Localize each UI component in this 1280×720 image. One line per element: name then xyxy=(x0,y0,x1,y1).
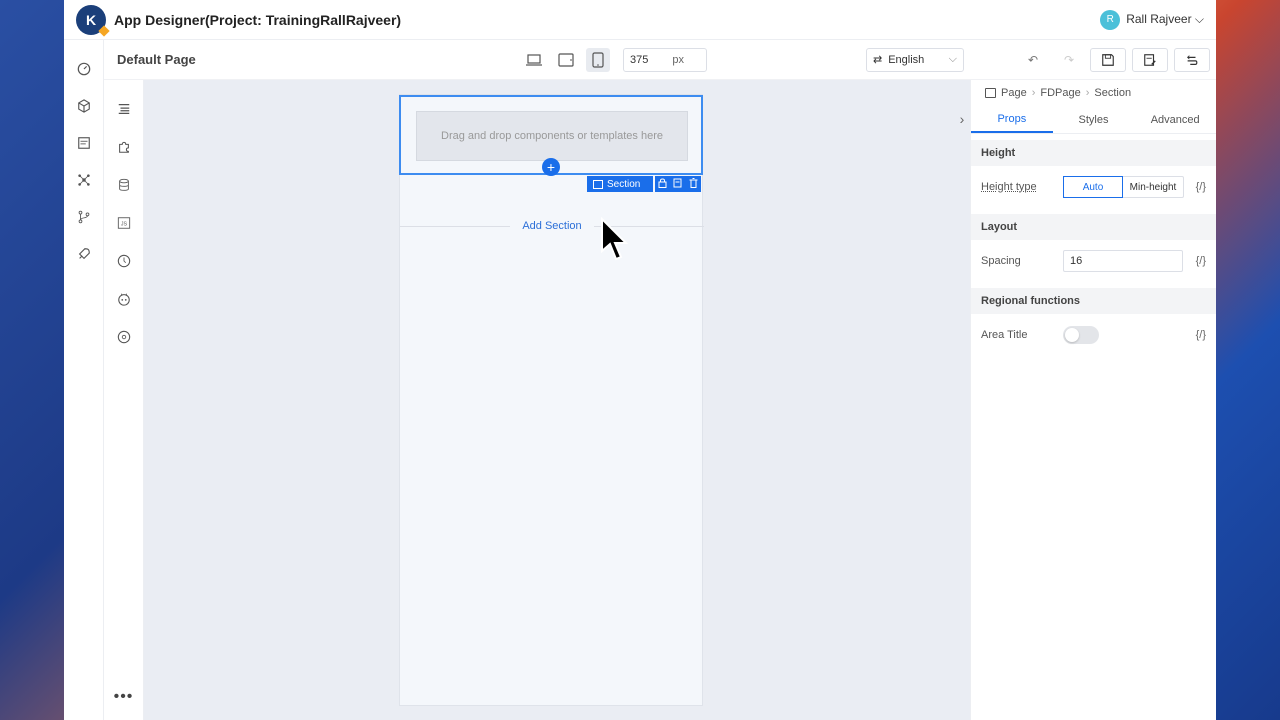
tab-advanced[interactable]: Advanced xyxy=(1134,106,1216,133)
spacing-row: Spacing 16 {/} xyxy=(971,240,1216,282)
height-type-segmented: Auto Min-height xyxy=(1063,176,1184,198)
user-menu[interactable]: R Rall Rajveer ⌵ xyxy=(1100,9,1204,30)
clock-icon[interactable] xyxy=(115,252,133,270)
user-name: Rall Rajveer ⌵ xyxy=(1126,12,1204,26)
app-logo: K xyxy=(76,4,106,35)
selected-section[interactable]: Drag and drop components or templates he… xyxy=(399,95,703,176)
user-avatar: R xyxy=(1100,9,1121,30)
section-tag: Section xyxy=(587,176,701,192)
copy-icon[interactable] xyxy=(673,177,682,191)
lock-icon[interactable] xyxy=(658,177,667,191)
swap-icon: ⇄ xyxy=(873,54,883,66)
section-label[interactable]: Section xyxy=(587,176,653,192)
spacing-label: Spacing xyxy=(981,255,1021,267)
mouse-cursor-icon xyxy=(601,217,629,261)
design-canvas[interactable]: Drag and drop components or templates he… xyxy=(144,80,970,720)
toolbar-actions: ↶ ↷ xyxy=(1018,47,1216,72)
svg-text:JS: JS xyxy=(120,222,127,228)
height-type-label: Height type xyxy=(981,181,1037,193)
expression-icon[interactable]: {/} xyxy=(1196,329,1206,341)
height-min-option[interactable]: Min-height xyxy=(1123,177,1183,197)
more-icon[interactable]: ••• xyxy=(114,688,134,706)
add-section-link[interactable]: Add Section xyxy=(510,220,593,232)
database-icon[interactable] xyxy=(115,176,133,194)
device-switcher xyxy=(522,47,610,72)
area-title-toggle[interactable] xyxy=(1063,326,1099,344)
undo-icon[interactable]: ↶ xyxy=(1018,48,1048,72)
chevron-down-icon: ⌵ xyxy=(948,53,957,65)
trash-icon[interactable] xyxy=(689,177,698,191)
area-title-row: Area Title {/} xyxy=(971,314,1216,356)
tablet-icon[interactable] xyxy=(554,48,578,72)
dashboard-icon[interactable] xyxy=(75,60,93,78)
page-name: Default Page xyxy=(117,52,196,67)
save-button[interactable] xyxy=(1090,47,1126,72)
app-window: K App Designer(Project: TrainingRallRajv… xyxy=(64,0,1216,720)
group-height: Height xyxy=(971,140,1216,166)
form-icon[interactable] xyxy=(75,134,93,152)
edit-page-button[interactable] xyxy=(1132,47,1168,72)
area-title-label: Area Title xyxy=(981,329,1028,341)
square-icon xyxy=(593,179,603,189)
chevron-right-icon[interactable]: › xyxy=(953,108,971,130)
group-regional: Regional functions xyxy=(971,288,1216,314)
publish-button[interactable] xyxy=(1174,47,1210,72)
add-component-button[interactable]: + xyxy=(542,158,560,176)
canvas-width-input[interactable]: 375 px xyxy=(623,47,707,72)
add-section[interactable]: Add Section xyxy=(400,219,705,233)
js-icon[interactable]: JS xyxy=(115,214,133,232)
outline-icon[interactable] xyxy=(115,100,133,118)
expression-icon[interactable]: {/} xyxy=(1196,181,1206,193)
component-panel: JS ••• xyxy=(104,80,144,720)
breadcrumb: Page › FDPage › Section xyxy=(971,80,1216,106)
branch-icon[interactable] xyxy=(75,208,93,226)
designer-toolbar: Default Page 375 px ⇄ English ⌵ ↶ ↷ xyxy=(104,40,1216,80)
gauge-icon[interactable] xyxy=(115,328,133,346)
property-tabs: Props Styles Advanced xyxy=(971,106,1216,134)
page-icon xyxy=(985,88,996,98)
title-bar: K App Designer(Project: TrainingRallRajv… xyxy=(64,0,1216,40)
puzzle-icon[interactable] xyxy=(115,138,133,156)
height-type-row: Height type Auto Min-height {/} xyxy=(971,166,1216,208)
language-select[interactable]: ⇄ English ⌵ xyxy=(866,47,964,72)
drop-zone[interactable]: Drag and drop components or templates he… xyxy=(416,111,688,161)
expression-icon[interactable]: {/} xyxy=(1196,255,1206,267)
app-title: App Designer(Project: TrainingRallRajvee… xyxy=(114,11,402,28)
robot-icon[interactable] xyxy=(115,290,133,308)
height-auto-option[interactable]: Auto xyxy=(1063,176,1123,198)
rocket-icon[interactable] xyxy=(75,245,93,263)
mobile-page-frame[interactable]: Drag and drop components or templates he… xyxy=(399,94,705,706)
redo-icon[interactable]: ↷ xyxy=(1054,48,1084,72)
tab-props[interactable]: Props xyxy=(971,106,1053,133)
tab-styles[interactable]: Styles xyxy=(1053,106,1135,133)
group-layout: Layout xyxy=(971,214,1216,240)
left-nav-rail xyxy=(64,40,104,720)
mobile-icon[interactable] xyxy=(586,47,610,72)
cube-icon[interactable] xyxy=(75,97,93,115)
properties-panel: › Page › FDPage › Section Props Styles A… xyxy=(960,80,1216,720)
section-actions xyxy=(655,176,701,192)
desktop-icon[interactable] xyxy=(522,48,546,72)
spacing-input[interactable]: 16 xyxy=(1063,250,1183,272)
network-icon[interactable] xyxy=(75,171,93,189)
